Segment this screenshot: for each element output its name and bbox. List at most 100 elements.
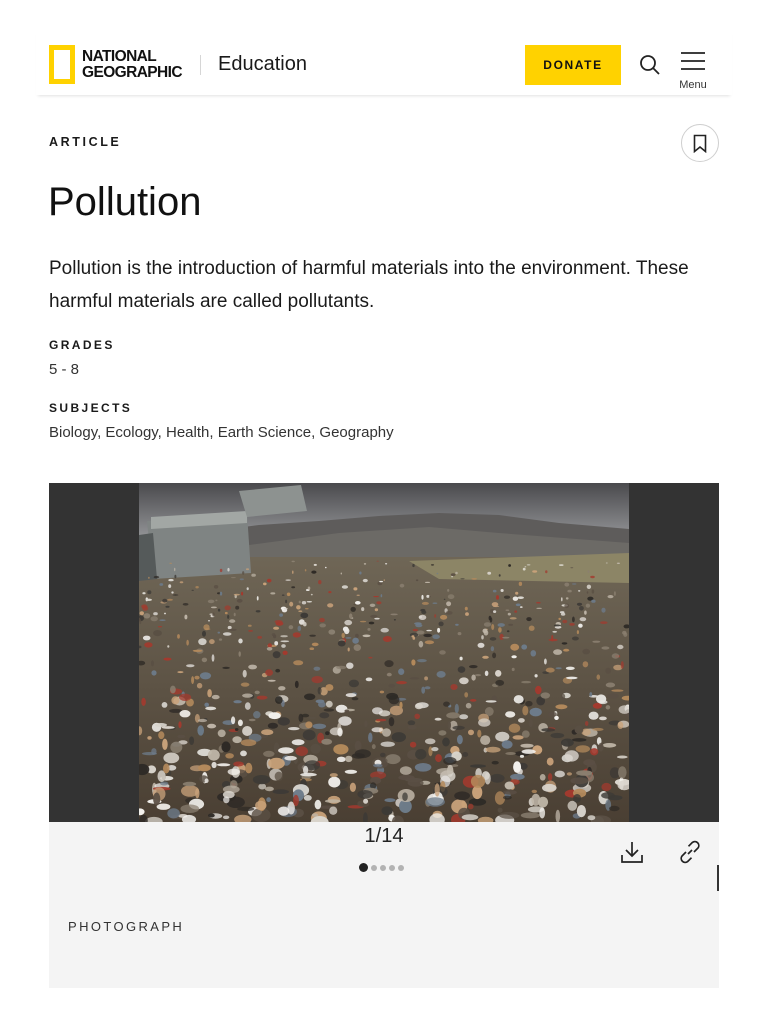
trash-debris [368,656,373,659]
trash-debris [255,800,267,811]
trash-debris [274,641,279,646]
trash-debris [236,598,243,603]
trash-debris [344,619,353,626]
trash-debris [545,667,555,673]
donate-button[interactable]: DONATE [525,45,621,85]
trash-debris [457,632,462,636]
trash-debris [247,624,252,627]
trash-debris [519,754,525,758]
pagination-dot[interactable] [398,864,404,871]
trash-debris [462,752,469,757]
trash-debris [418,640,424,648]
trash-debris [524,566,527,568]
pagination-dot[interactable] [389,864,395,871]
trash-debris [617,721,624,729]
trash-debris [436,572,439,575]
trash-debris [425,797,445,807]
download-button[interactable] [619,839,645,865]
trash-debris [295,746,308,757]
trash-debris [248,664,257,670]
trash-debris [454,703,459,714]
pagination-dot[interactable] [371,864,377,871]
trash-debris [218,638,223,641]
trash-debris [596,674,601,680]
copy-link-button[interactable] [677,839,703,865]
trash-debris [505,609,510,611]
trash-debris [586,584,592,589]
trash-debris [303,622,307,627]
trash-debris [434,783,440,797]
trash-debris [337,727,343,737]
trash-debris [179,581,184,584]
trash-debris [217,631,221,634]
education-link[interactable]: Education [218,53,307,76]
trash-debris [434,614,437,618]
trash-debris [271,633,276,637]
trash-debris [374,608,379,612]
pagination-dot[interactable] [380,864,386,871]
trash-debris [471,578,478,580]
trash-debris [508,723,521,733]
trash-debris [171,696,180,705]
bookmark-button[interactable] [681,124,719,162]
trash-debris [396,681,407,685]
trash-debris [289,601,294,607]
trash-debris [411,635,415,638]
trash-debris [468,729,474,736]
trash-debris [559,611,565,614]
trash-debris [576,770,593,776]
trash-debris [470,699,477,702]
trash-debris [244,702,251,710]
pagination-dot-active[interactable] [359,863,368,872]
trash-debris [255,610,261,613]
trash-debris [319,617,325,623]
trash-debris [323,708,335,712]
trash-debris [293,794,299,807]
trash-debris [582,661,589,668]
trash-debris [217,608,221,612]
trash-debris [268,712,281,720]
trash-debris [325,566,327,569]
trash-debris [566,772,572,776]
trash-debris [347,647,350,652]
trash-debris [491,602,499,607]
trash-debris [233,700,242,704]
download-icon [621,842,643,863]
trash-debris [233,612,236,617]
trash-debris [167,645,170,648]
trash-debris [447,720,451,730]
page-title: Pollution [48,180,202,224]
trash-debris [460,578,465,580]
trash-debris [300,772,317,777]
logo-line-2: GEOGRAPHIC [82,63,183,81]
trash-debris [349,613,353,619]
trash-debris [502,636,510,639]
search-icon[interactable] [639,54,661,76]
trash-debris [469,665,478,669]
trash-debris [482,628,488,634]
trash-debris [455,571,458,575]
landfill-photo[interactable] [139,483,629,822]
trash-debris [231,577,236,579]
trash-debris [554,770,565,778]
trash-debris [363,798,369,804]
trash-debris [371,744,376,750]
trash-debris [325,700,333,708]
trash-debris [364,720,368,728]
trash-debris [540,692,550,699]
trash-debris [572,616,575,623]
trash-debris [418,614,427,620]
trash-debris [477,729,482,738]
trash-debris [219,568,223,573]
trash-debris [217,729,226,738]
trash-debris [432,634,440,639]
trash-debris [232,736,242,744]
menu-button[interactable]: Menu [676,50,710,92]
trash-debris [237,719,243,727]
trash-debris [407,720,416,726]
national-geographic-logo[interactable]: NATIONAL GEOGRAPHIC [49,45,183,84]
trash-debris [499,811,520,819]
trash-debris [379,690,385,694]
trash-debris [607,693,619,699]
gallery-stage [49,483,719,822]
